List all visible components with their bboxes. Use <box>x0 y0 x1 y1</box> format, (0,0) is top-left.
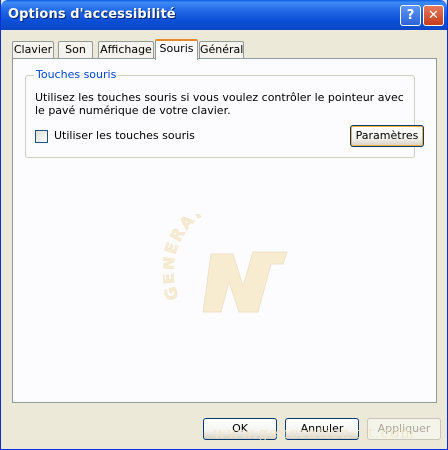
generation-nt-logo-watermark: GENERATION NT <box>163 214 288 313</box>
settings-button[interactable]: Paramètres <box>350 125 424 147</box>
description-text: Utilisez les touches souris si vous voul… <box>35 91 404 117</box>
close-button[interactable]: ✕ <box>423 5 444 26</box>
watermark-url: www.generation-nt.com <box>213 424 416 442</box>
close-icon: ✕ <box>428 8 439 23</box>
help-button[interactable]: ? <box>400 5 421 26</box>
mouse-keys-checkbox-label[interactable]: Utiliser les touches souris <box>54 129 195 142</box>
tab-son[interactable]: Son <box>58 41 93 58</box>
dialog-window: Options d'accessibilité ? ✕ Clavier Son … <box>0 0 448 450</box>
tab-panel-souris: Touches souris Utilisez les touches sour… <box>12 58 437 403</box>
mouse-keys-checkbox[interactable] <box>35 130 48 143</box>
tab-affichage[interactable]: Affichage <box>98 41 154 58</box>
title-bar[interactable]: Options d'accessibilité ? ✕ <box>1 0 447 30</box>
tab-general[interactable]: Général <box>199 41 244 58</box>
tab-clavier[interactable]: Clavier <box>12 41 54 58</box>
group-label: Touches souris <box>34 68 119 81</box>
touches-souris-group: Touches souris Utilisez les touches sour… <box>25 68 424 158</box>
window-title: Options d'accessibilité <box>8 7 176 22</box>
tab-souris[interactable]: Souris <box>155 39 198 60</box>
question-mark-icon: ? <box>406 8 415 23</box>
